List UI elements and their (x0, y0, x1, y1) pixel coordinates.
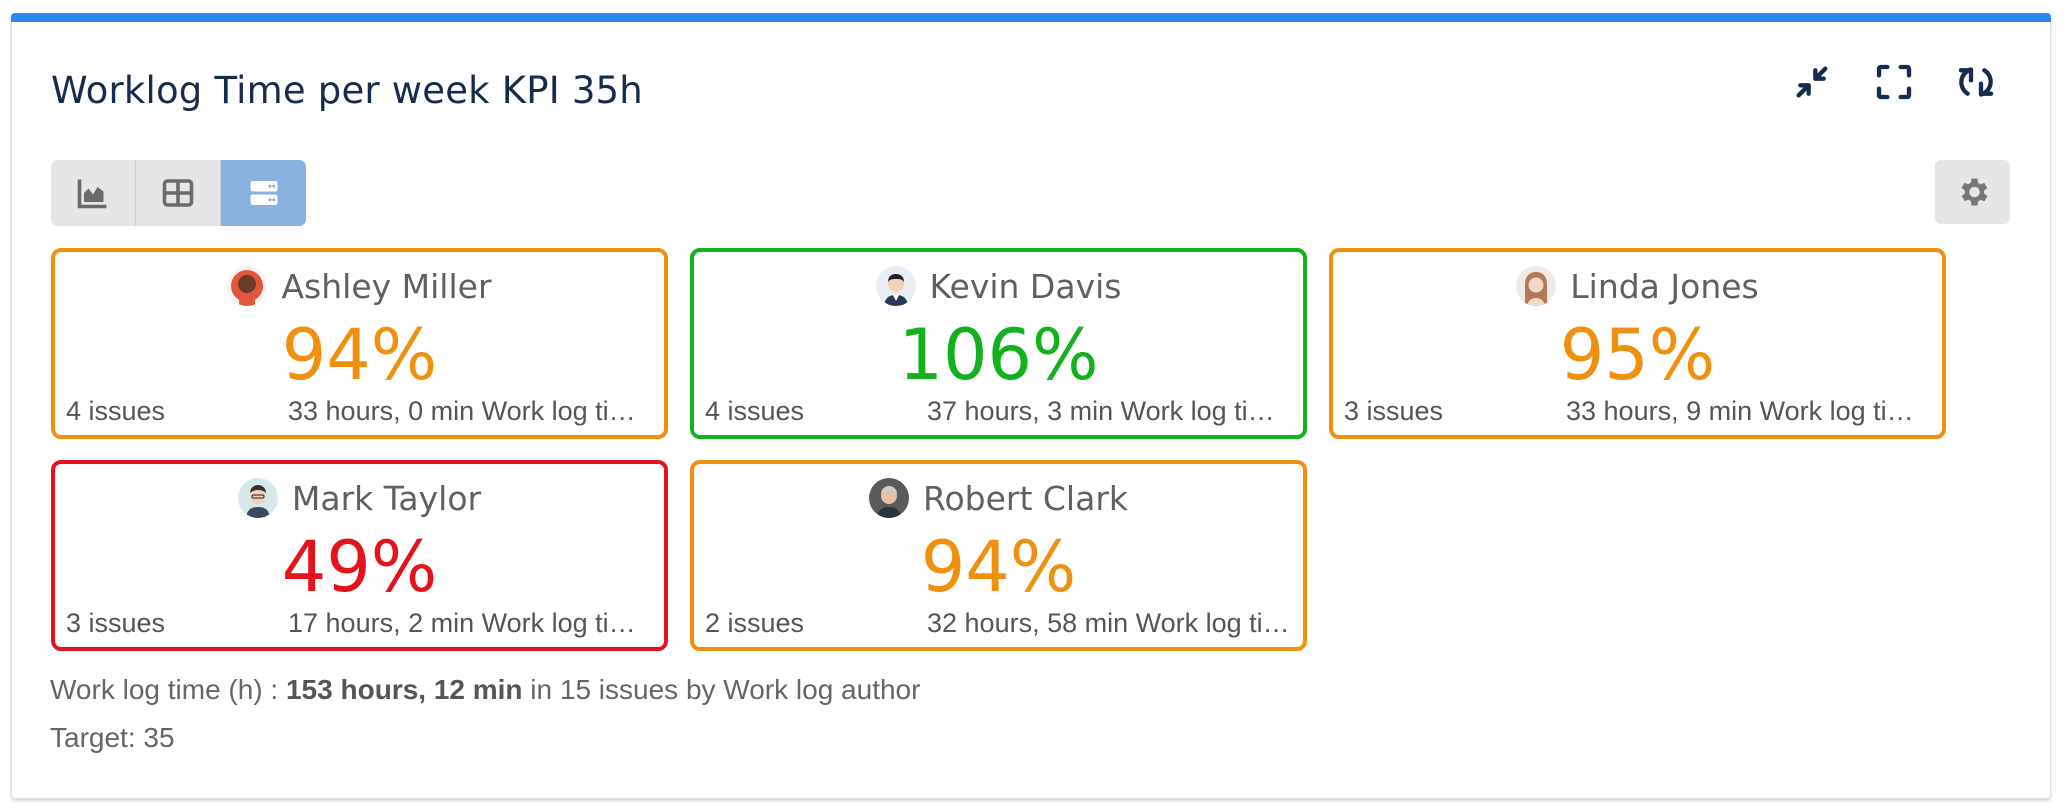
avatar (237, 478, 278, 518)
table-view-button[interactable] (136, 160, 221, 226)
kpi-card-robert-clark[interactable]: Robert Clark 94% 2 issues 32 hours, 58 m… (690, 460, 1307, 651)
area-chart-icon (77, 179, 107, 209)
kpi-card-linda-jones[interactable]: Linda Jones 95% 3 issues 33 hours, 9 min… (1329, 248, 1946, 439)
user-name: Robert Clark (923, 478, 1128, 518)
avatar (875, 266, 916, 306)
kpi-percentage: 49% (281, 526, 438, 608)
kpi-card-mark-taylor[interactable]: Mark Taylor 49% 3 issues 17 hours, 2 min… (51, 460, 668, 651)
collapse-icon[interactable] (1792, 62, 1832, 102)
card-view-button[interactable] (221, 160, 306, 226)
user-name: Kevin Davis (929, 266, 1122, 306)
table-icon (162, 179, 194, 207)
work-log-hours: 33 hours, 9 min Work log time (h) (1566, 396, 1930, 426)
settings-button[interactable] (1935, 160, 2010, 224)
summary-text: Work log time (h) : 153 hours, 12 min in… (50, 674, 920, 706)
avatar (1516, 266, 1557, 306)
issue-count: 2 issues (705, 608, 805, 638)
user-name: Ashley Miller (281, 266, 492, 306)
summary-total: 153 hours, 12 min (285, 674, 523, 705)
work-log-hours: 32 hours, 58 min Work log time (h) (927, 608, 1291, 638)
summary-suffix: in 15 issues by Work log author (522, 674, 921, 705)
chart-view-button[interactable] (51, 160, 136, 226)
issue-count: 4 issues (705, 396, 805, 426)
work-log-hours: 33 hours, 0 min Work log time (h) (288, 396, 652, 426)
target-text: Target: 35 (50, 722, 175, 753)
issue-count: 3 issues (1344, 396, 1444, 426)
issue-count: 4 issues (66, 396, 166, 426)
kpi-card-kevin-davis[interactable]: Kevin Davis 106% 4 issues 37 hours, 3 mi… (690, 248, 1307, 439)
kpi-percentage: 94% (281, 314, 438, 396)
user-name: Mark Taylor (291, 478, 482, 518)
gadget-title: Worklog Time per week KPI 35h (51, 69, 643, 112)
refresh-icon[interactable] (1956, 62, 1996, 102)
avatar (869, 478, 909, 518)
server-cards-icon (250, 181, 277, 205)
fullscreen-icon[interactable] (1874, 62, 1914, 102)
avatar (227, 266, 268, 306)
user-name: Linda Jones (1570, 266, 1759, 306)
kpi-percentage: 95% (1559, 314, 1716, 396)
work-log-hours: 37 hours, 3 min Work log time (h) (927, 396, 1291, 426)
summary-label: Work log time (h) : (50, 674, 286, 705)
work-log-hours: 17 hours, 2 min Work log time (h) (288, 608, 652, 638)
gear-icon (1961, 178, 1987, 206)
kpi-percentage: 106% (898, 314, 1099, 396)
header-actions (1792, 62, 1996, 102)
issue-count: 3 issues (66, 608, 166, 638)
view-mode-toggle (51, 160, 306, 226)
kpi-percentage: 94% (920, 526, 1077, 608)
kpi-card-ashley-miller[interactable]: Ashley Miller 94% 4 issues 33 hours, 0 m… (51, 248, 668, 439)
